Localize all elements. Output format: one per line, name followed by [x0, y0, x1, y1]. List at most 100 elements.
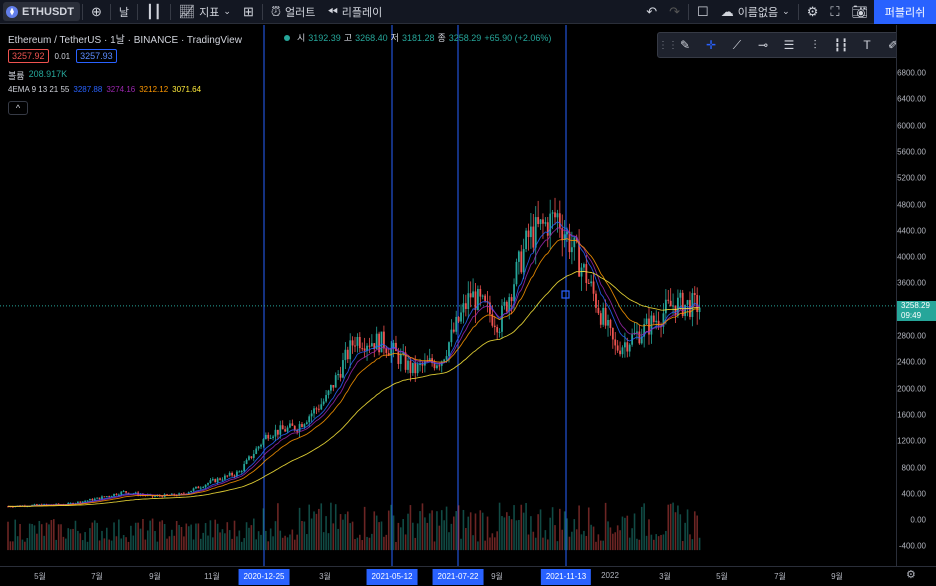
volume-bar — [344, 514, 347, 551]
volume-bar — [402, 519, 404, 551]
candle-body — [636, 331, 638, 333]
publish-button[interactable]: 퍼블리쉬 — [874, 0, 936, 24]
candle-body — [233, 475, 236, 477]
text-icon[interactable]: T — [854, 33, 880, 57]
price-axis[interactable]: 6800.00 6400.00 6000.00 5600.00 5200.00 4800.… — [896, 25, 936, 566]
candle-body — [450, 329, 453, 343]
chart-pane[interactable] — [0, 25, 896, 566]
indicators-icon: 📈︎ — [178, 4, 196, 19]
volume-bar — [96, 522, 98, 551]
volume-bar — [40, 524, 43, 551]
high-value: 3268.40 — [355, 32, 388, 43]
candles-icon: ┃┃ — [145, 4, 162, 19]
fib-icon[interactable]: ☰ — [776, 33, 802, 57]
replay-icon: ⏪︎ — [327, 4, 338, 19]
price-tick: 4000.00 — [897, 252, 926, 262]
volume-bar — [660, 534, 662, 551]
candle-body — [250, 456, 253, 458]
candle-body — [568, 231, 571, 253]
candle-body — [397, 351, 400, 364]
volume-bar — [122, 535, 125, 551]
volume-bar — [272, 536, 274, 551]
brush-icon[interactable]: ✎ — [672, 33, 698, 57]
candle-body — [467, 293, 470, 309]
volume-bar — [43, 535, 45, 551]
volume-bar — [416, 523, 419, 551]
fullscreen-button[interactable]: ⛶ — [824, 0, 845, 24]
alert-label: 얼러트 — [285, 6, 316, 19]
volume-bar — [375, 515, 378, 551]
candle-body — [317, 408, 320, 410]
time-tick: 2022 — [601, 571, 619, 580]
candle-body — [469, 293, 472, 298]
candle-body — [199, 487, 202, 489]
undo-button[interactable]: ↶ — [640, 0, 663, 24]
price-tick: 2400.00 — [897, 357, 926, 367]
volume-bar — [337, 528, 339, 551]
chart-type-button[interactable]: ┃┃ — [140, 0, 168, 24]
volume-bar — [308, 504, 311, 551]
volume-bar — [508, 515, 511, 551]
settings-button[interactable]: ⚙︎ — [801, 0, 825, 24]
volume-bar — [57, 524, 60, 551]
volume-bar — [397, 522, 400, 551]
time-axis[interactable]: 5월 7월 9월 11월 3월 9월 2022 3월 5월 7월 9월 2020-12-25 2021-… — [0, 566, 936, 586]
candle-body — [472, 291, 474, 298]
candle-body — [505, 301, 508, 312]
buy-price-button[interactable]: 3257.93 — [76, 49, 117, 63]
compare-button[interactable]: ⊕ — [85, 0, 108, 24]
candle-body — [551, 212, 554, 214]
save-layout-button[interactable]: ☁︎ 이름없음 ⌄ — [715, 0, 796, 24]
volume-bar — [204, 523, 207, 551]
forecast-icon[interactable]: ┇┇ — [828, 33, 854, 57]
volume-bar — [669, 503, 672, 551]
candle-body — [416, 364, 419, 374]
chart-legend: Ethereum / TetherUS · 1날 · BINANCE · Tra… — [8, 31, 242, 46]
volume-bar — [231, 538, 233, 551]
horizontal-ray-icon[interactable]: ⊸ — [750, 33, 776, 57]
volume-bar — [26, 537, 29, 551]
alert-button[interactable]: ⏰︎ 얼러트 — [265, 0, 322, 24]
collapse-legend-button[interactable]: ^ — [8, 101, 28, 115]
volume-bar — [262, 508, 265, 551]
volume-bar — [409, 505, 412, 551]
price-chart[interactable] — [0, 25, 896, 566]
templates-button[interactable]: ⊞ — [237, 0, 260, 24]
sell-price-button[interactable]: 3257.92 — [8, 49, 49, 63]
replay-button[interactable]: ⏪︎ 리플레이 — [321, 0, 388, 24]
interval-button[interactable]: 날 — [113, 0, 135, 24]
candle-body — [161, 496, 164, 498]
candle-body — [496, 327, 499, 333]
symbol-search-button[interactable]: ETHUSDT — [3, 2, 80, 21]
drag-handle-icon[interactable]: ⋮⋮ — [658, 40, 678, 51]
volume-bar — [484, 540, 486, 551]
candle-body — [207, 483, 209, 485]
time-tick: 7월 — [91, 572, 103, 581]
indicators-button[interactable]: 📈︎ 지표 ⌄ — [173, 0, 237, 24]
volume-bar — [489, 537, 491, 551]
volume-bar — [67, 528, 70, 551]
volume-bar — [325, 516, 327, 551]
trendline-icon[interactable]: ⟋ — [724, 33, 750, 57]
crosshair-icon[interactable]: ✛ — [698, 33, 724, 57]
long-position-icon[interactable]: ⫶ — [802, 33, 828, 57]
volume-bar — [207, 535, 209, 551]
ethereum-logo-icon — [6, 5, 18, 18]
layout-button[interactable]: ☐ — [691, 0, 715, 24]
ema-value-21: 3212.12 — [139, 85, 169, 94]
redo-button[interactable]: ↷ — [663, 0, 686, 24]
candle-body — [542, 219, 544, 224]
candle-body — [445, 356, 448, 360]
volume-bar — [301, 520, 303, 551]
candle-body — [356, 336, 359, 346]
volume-bar — [371, 533, 373, 551]
snapshot-button[interactable]: 📷︎ — [845, 0, 874, 24]
volume-bar — [9, 541, 12, 551]
volume-bar — [281, 537, 284, 551]
volume-bar — [368, 537, 371, 551]
candle-body — [368, 345, 371, 347]
volume-bar — [469, 512, 472, 551]
price-tick: 800.00 — [901, 463, 926, 472]
volume-bar — [501, 516, 503, 551]
settings-icon[interactable]: ⚙︎ — [906, 568, 916, 581]
